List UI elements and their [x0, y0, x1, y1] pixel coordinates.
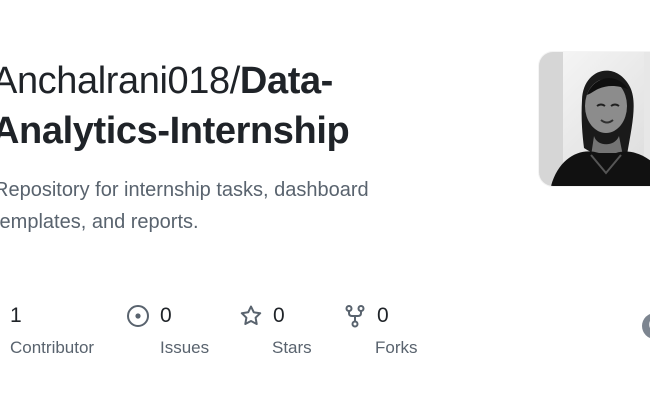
- repo-forked-icon: [343, 304, 367, 328]
- issues-stat[interactable]: 0 Issues: [126, 302, 209, 362]
- contributors-count: 1: [10, 304, 22, 327]
- owner-avatar[interactable]: [539, 52, 650, 186]
- stars-stat-row: 0: [239, 302, 312, 330]
- contributors-label: Contributor: [10, 338, 95, 357]
- forks-stat[interactable]: 0 Forks: [343, 302, 418, 362]
- forks-label: Forks: [375, 338, 418, 357]
- repository-description: Repository for internship tasks, dashboa…: [0, 174, 424, 238]
- issues-label: Issues: [160, 338, 210, 357]
- repository-name-line-1[interactable]: Data-: [240, 60, 333, 102]
- stars-count: 0: [273, 304, 285, 327]
- github-mark-icon: [640, 311, 650, 341]
- stars-label: Stars: [272, 338, 312, 357]
- star-icon: [239, 304, 263, 328]
- repository-owner[interactable]: Anchalrani018/: [0, 60, 240, 102]
- issues-stat-row: 0: [126, 302, 209, 330]
- repository-description-line-2: templates, and reports.: [0, 211, 199, 233]
- forks-count: 0: [377, 304, 389, 327]
- issue-opened-icon: [126, 304, 150, 328]
- repository-name-line-2[interactable]: Analytics-Internship: [0, 110, 350, 152]
- repository-title[interactable]: Anchalrani018/Data- Analytics-Internship: [0, 56, 412, 156]
- profile-photo-image: [539, 52, 650, 186]
- contributors-stat-row: 1: [10, 302, 94, 330]
- repository-social-preview: Anchalrani018/Data- Analytics-Internship…: [0, 0, 650, 400]
- stars-stat[interactable]: 0 Stars: [239, 302, 312, 362]
- issues-count: 0: [160, 304, 172, 327]
- repository-description-line-1: Repository for internship tasks, dashboa…: [0, 179, 369, 201]
- contributors-stat[interactable]: 1 Contributor: [10, 302, 94, 362]
- forks-stat-row: 0: [343, 302, 418, 330]
- repository-stats: 1 Contributor 0 Issues 0 Stars 0 Forks: [0, 302, 650, 362]
